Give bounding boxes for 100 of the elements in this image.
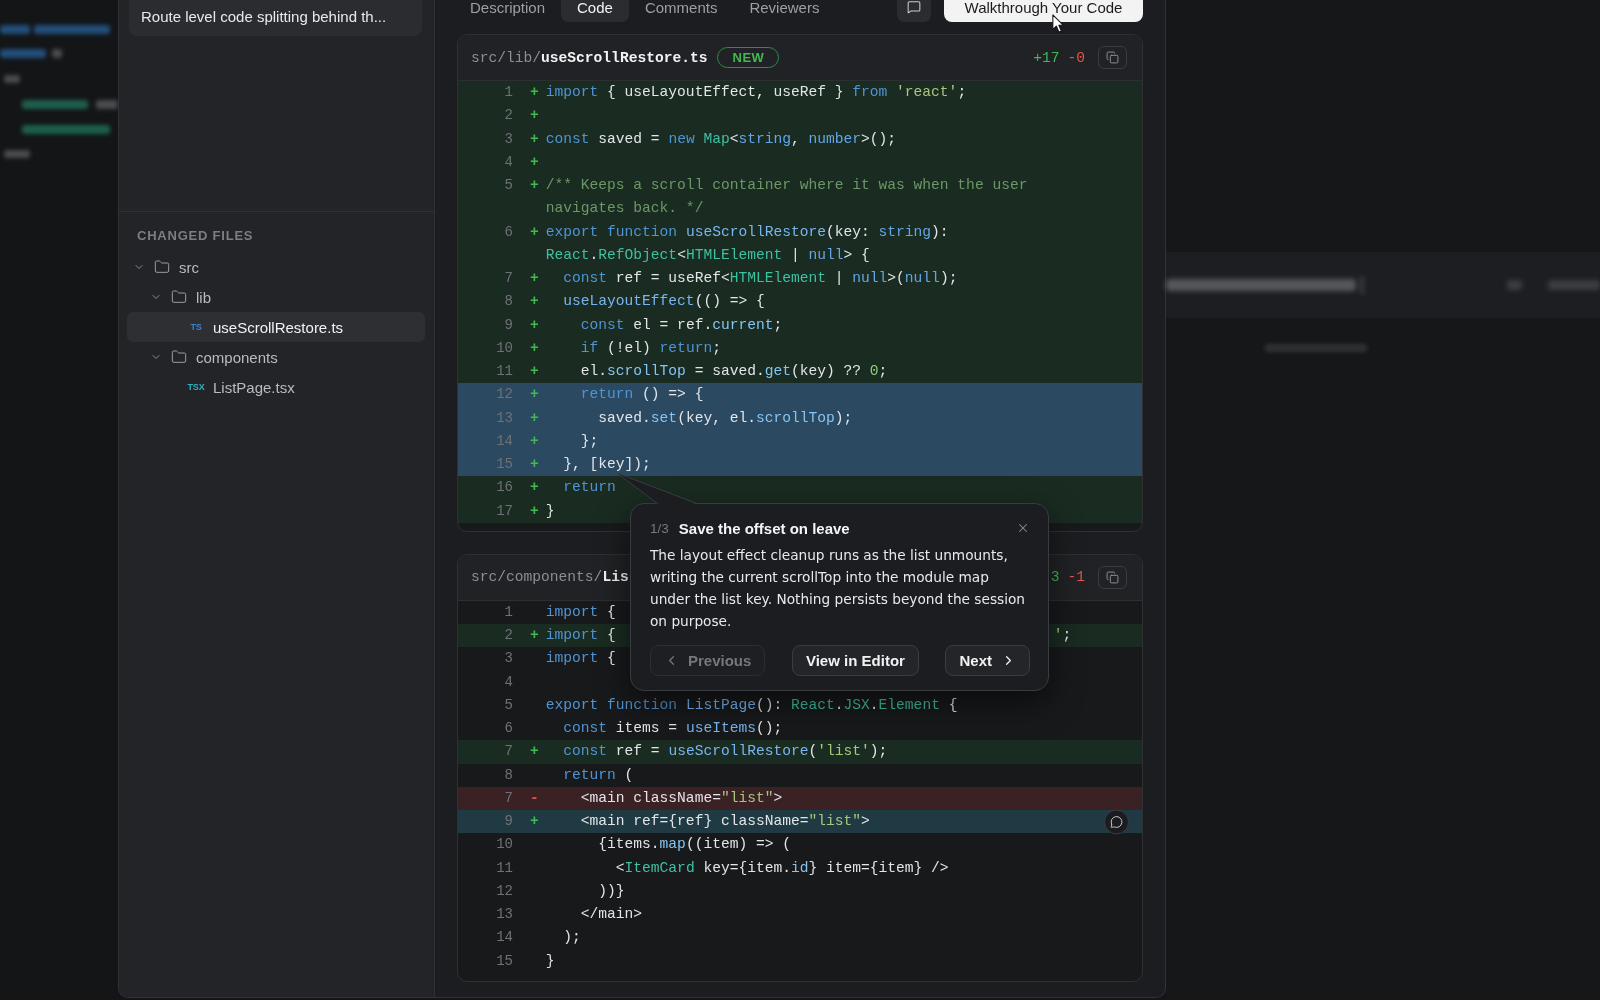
code-line: el.scrollTop = saved.get(key) ?? 0; — [579, 362, 888, 381]
line-number: 11 — [496, 362, 513, 381]
diff-sign: + — [530, 626, 539, 645]
diff-sign: + — [530, 269, 539, 288]
code-fragment: '; — [1053, 626, 1072, 645]
line-number: 9 — [504, 315, 513, 335]
code-line: const saved = new Map<string, number>(); — [545, 129, 897, 149]
code-line: ); — [562, 928, 581, 948]
line-number: 6 — [504, 719, 513, 738]
code-line: ))} — [597, 881, 625, 901]
line-number: 3 — [504, 649, 513, 669]
line-number: 8 — [504, 765, 513, 785]
next-button[interactable]: Next — [945, 645, 1030, 676]
additions-count: 3 — [1050, 569, 1060, 586]
code-line: {items.map((item) => ( — [597, 835, 791, 855]
popover-text: The layout effect cleanup runs as the list unmounts, writing the current scrollTop into the module map under the list key. Nothing persists beyond the session on purpose. — [650, 546, 1026, 631]
line-number: 16 — [496, 478, 513, 498]
folder-item[interactable]: lib — [127, 282, 425, 312]
diff-sign: + — [530, 129, 539, 149]
line-number: 2 — [504, 106, 513, 126]
code-line: useLayoutEffect(() => { — [562, 292, 765, 312]
line-number: 4 — [504, 672, 513, 692]
line-number: 6 — [504, 222, 513, 242]
copy-icon — [1106, 570, 1119, 584]
code-line: export function ListPage(): React.JSX.Element { — [545, 695, 958, 715]
code-line: <main className="list"> — [579, 788, 783, 808]
code-line: import { — [545, 602, 616, 622]
diff-sign: - — [530, 788, 539, 808]
folder-item[interactable]: src — [127, 252, 425, 282]
line-number: 2 — [504, 626, 513, 645]
line-number: 14 — [496, 431, 513, 451]
file-type-label: TS — [190, 322, 202, 332]
file-type-label: TSX — [187, 382, 205, 392]
copy-button[interactable] — [1098, 565, 1127, 589]
diff-sign: + — [530, 222, 539, 242]
line-number: 17 — [496, 501, 513, 521]
file-item[interactable]: TSX ListPage.tsx — [127, 372, 425, 402]
file-path: src/lib/useScrollRestore.ts — [471, 49, 708, 66]
code-line: /** Keeps a scroll container where it was when the user navigates back. */ — [545, 176, 1029, 219]
line-number: 11 — [496, 858, 513, 878]
folder-item[interactable]: components — [127, 342, 425, 372]
speech-bubble-icon — [907, 0, 921, 14]
speech-bubble-icon — [1110, 815, 1123, 829]
diff-sign: + — [530, 431, 539, 451]
code-line: <main ref={ref} className="list"> — [579, 812, 870, 831]
line-number: 1 — [504, 83, 513, 102]
line-number: 9 — [504, 812, 513, 831]
tab[interactable]: Description — [454, 0, 562, 22]
line-number: 7 — [504, 788, 513, 808]
code-line: </main> — [579, 905, 643, 924]
diff-sign: + — [530, 742, 539, 762]
step-counter: 1/3 — [650, 520, 669, 536]
code-line: return — [562, 478, 616, 498]
comment-button[interactable] — [897, 0, 931, 22]
line-number: 5 — [504, 176, 513, 195]
line-number: 1 — [504, 602, 513, 622]
request-card[interactable]: Route level code splitting behind th... — [129, 0, 422, 36]
additions-count: +17 — [1033, 49, 1060, 66]
line-number: 10 — [496, 338, 513, 358]
popover-title: Save the offset on leave — [678, 519, 850, 537]
tab[interactable]: Comments — [628, 0, 734, 22]
line-number: 3 — [504, 129, 513, 149]
tab[interactable]: Reviewers — [733, 0, 836, 22]
code-line: import { useLayoutEffect, useRef } from 'react'; — [545, 83, 967, 102]
diff-sign: + — [530, 83, 539, 102]
code-line: if (!el) return; — [579, 338, 721, 358]
section-heading: CHANGED FILES — [136, 228, 254, 244]
code-line: const el = ref.current; — [579, 315, 783, 335]
open-editor-button[interactable]: View in Editor — [791, 645, 919, 676]
line-number: 10 — [496, 835, 513, 855]
diff-sign: + — [530, 501, 539, 521]
walkthrough-button[interactable]: Walkthrough Your Code — [944, 0, 1143, 22]
line-number: 12 — [496, 385, 513, 405]
file-item[interactable]: TS useScrollRestore.ts — [127, 312, 425, 342]
code-line: const items = useItems(); — [562, 719, 783, 738]
diff-sign: + — [530, 152, 539, 172]
line-number: 13 — [496, 905, 513, 924]
diff-sign: + — [530, 176, 539, 195]
tab[interactable]: Code — [561, 0, 629, 22]
diff-sign: + — [530, 408, 539, 428]
line-number: 7 — [504, 742, 513, 762]
diff-sign: + — [530, 362, 539, 381]
line-number: 5 — [504, 695, 513, 715]
code-line: return () => { — [579, 385, 704, 405]
code-line: import { — [545, 649, 616, 669]
deletions-count: -1 — [1067, 569, 1085, 586]
folder-icon — [154, 259, 170, 275]
code-line: const ref = useRef<HTMLElement | null>(null); — [562, 269, 958, 288]
code-line: } — [545, 501, 555, 521]
deletions-count: -0 — [1067, 49, 1085, 66]
diff-sign: + — [530, 338, 539, 358]
diff-sign: + — [530, 106, 539, 126]
code-line: saved.set(key, el.scrollTop); — [597, 408, 853, 428]
folder-icon — [171, 349, 187, 365]
line-number: 15 — [496, 951, 513, 971]
comment-button[interactable] — [1104, 809, 1129, 835]
copy-icon — [1106, 51, 1119, 64]
copy-button[interactable] — [1098, 46, 1127, 69]
line-number: 4 — [504, 152, 513, 172]
close-button[interactable] — [1016, 521, 1030, 535]
